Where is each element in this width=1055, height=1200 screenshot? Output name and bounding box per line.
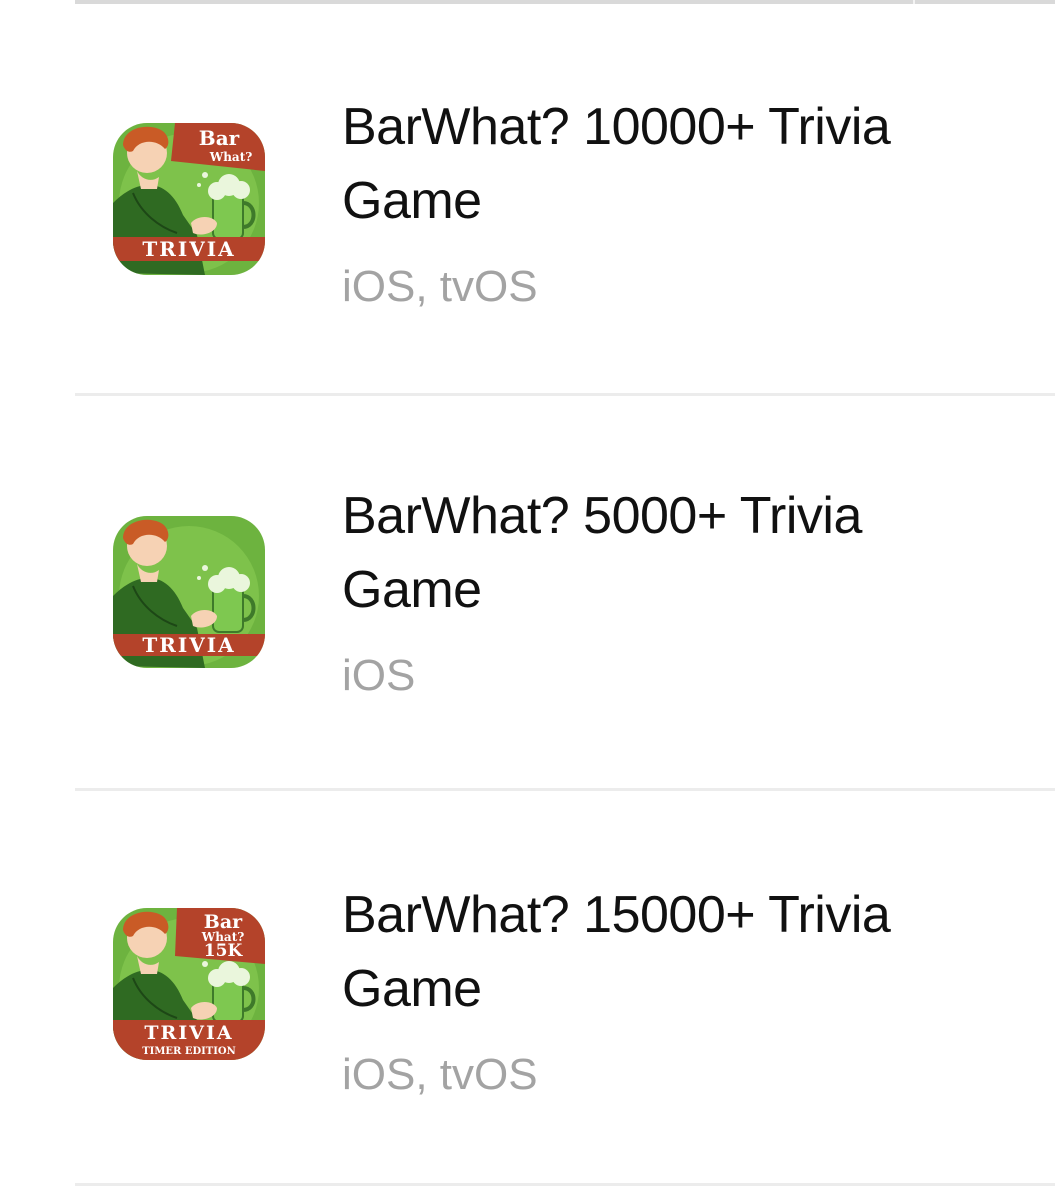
- app-text: BarWhat? 10000+ Trivia Game iOS, tvOS: [342, 90, 902, 314]
- app-icon[interactable]: Bar What? TRIVIA: [113, 123, 265, 275]
- app-title[interactable]: BarWhat? 10000+ Trivia Game: [342, 90, 902, 238]
- barwhat-trivia-icon: Bar What? 15K TRIVIA TIMER EDITION: [113, 908, 265, 1060]
- icon-banner-bottom: TRIVIA: [142, 633, 235, 657]
- app-list-item[interactable]: Bar What? 15K TRIVIA TIMER EDITION BarWh…: [75, 791, 1055, 1186]
- app-icon[interactable]: TRIVIA: [113, 516, 265, 668]
- barwhat-trivia-icon: Bar What? TRIVIA: [113, 123, 265, 275]
- icon-banner-extra: 15K: [204, 941, 244, 961]
- app-text: BarWhat? 5000+ Trivia Game iOS: [342, 479, 902, 703]
- app-platforms: iOS, tvOS: [342, 1050, 538, 1099]
- app-title[interactable]: BarWhat? 5000+ Trivia Game: [342, 479, 902, 627]
- icon-banner-footer: TIMER EDITION: [142, 1046, 236, 1057]
- icon-banner-bottom: TRIVIA: [142, 237, 235, 261]
- barwhat-trivia-icon: TRIVIA: [113, 516, 265, 668]
- app-platforms: iOS, tvOS: [342, 262, 538, 311]
- icon-banner-sub: What?: [209, 150, 253, 164]
- icon-banner-bottom: TRIVIA: [144, 1022, 233, 1044]
- app-title[interactable]: BarWhat? 15000+ Trivia Game: [342, 878, 902, 1026]
- app-list-item[interactable]: TRIVIA BarWhat? 5000+ Trivia Game iOS: [75, 396, 1055, 791]
- app-list: Bar What? TRIVIA BarWhat? 10000+ Trivia …: [0, 4, 1055, 1186]
- icon-banner-top: Bar: [199, 126, 240, 150]
- app-platforms: iOS: [342, 651, 416, 700]
- app-list-item[interactable]: Bar What? TRIVIA BarWhat? 10000+ Trivia …: [75, 4, 1055, 396]
- app-icon[interactable]: Bar What? 15K TRIVIA TIMER EDITION: [113, 908, 265, 1060]
- app-text: BarWhat? 15000+ Trivia Game iOS, tvOS: [342, 878, 902, 1102]
